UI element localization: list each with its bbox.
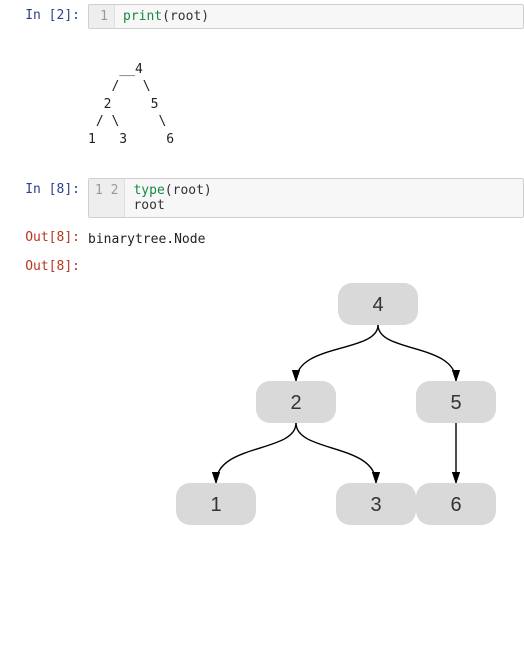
prompt-in-8: In [8]: (0, 174, 88, 222)
tree-node: 3 (336, 483, 416, 525)
tree-node: 4 (338, 283, 418, 325)
tree-edge (296, 325, 378, 381)
node-label: 2 (290, 392, 301, 414)
type-output: binarytree.Node (88, 226, 524, 247)
tree-node: 2 (256, 381, 336, 423)
prompt-out-8: Out[8]: (0, 222, 88, 251)
tree-svg: 4 2 5 1 3 6 (106, 261, 506, 551)
cell-content: 1 print(root) (88, 0, 524, 33)
cell-out-8-tree: Out[8]: 4 2 5 1 3 6 (0, 251, 524, 559)
tree-edge (296, 423, 376, 483)
tree-node: 5 (416, 381, 496, 423)
cell-out-8-text: Out[8]: binarytree.Node (0, 222, 524, 251)
tree-node: 1 (176, 483, 256, 525)
node-label: 4 (372, 294, 383, 316)
prompt-in-2: In [2]: (0, 0, 88, 33)
code-text[interactable]: print(root) (115, 5, 217, 28)
line-gutter: 1 2 (89, 179, 125, 217)
ascii-tree-output: __4 / \ 2 5 / \ \ 1 3 6 (88, 37, 524, 156)
cell-in-2: In [2]: 1 print(root) (0, 0, 524, 33)
tree-node: 6 (416, 483, 496, 525)
cell-in-8: In [8]: 1 2 type(root) root (0, 174, 524, 222)
code-input-box[interactable]: 1 print(root) (88, 4, 524, 29)
node-label: 3 (370, 494, 381, 516)
tree-diagram: 4 2 5 1 3 6 (88, 255, 524, 555)
tree-edge (216, 423, 296, 483)
prompt-out-8-tree: Out[8]: (0, 251, 88, 559)
node-label: 6 (450, 494, 461, 516)
node-label: 5 (450, 392, 461, 414)
cell-out-2: __4 / \ 2 5 / \ \ 1 3 6 (0, 33, 524, 160)
code-input-box[interactable]: 1 2 type(root) root (88, 178, 524, 218)
tree-edge (378, 325, 456, 381)
code-text[interactable]: type(root) root (125, 179, 219, 217)
node-label: 1 (210, 494, 221, 516)
line-gutter: 1 (89, 5, 115, 28)
empty-prompt (0, 33, 88, 160)
